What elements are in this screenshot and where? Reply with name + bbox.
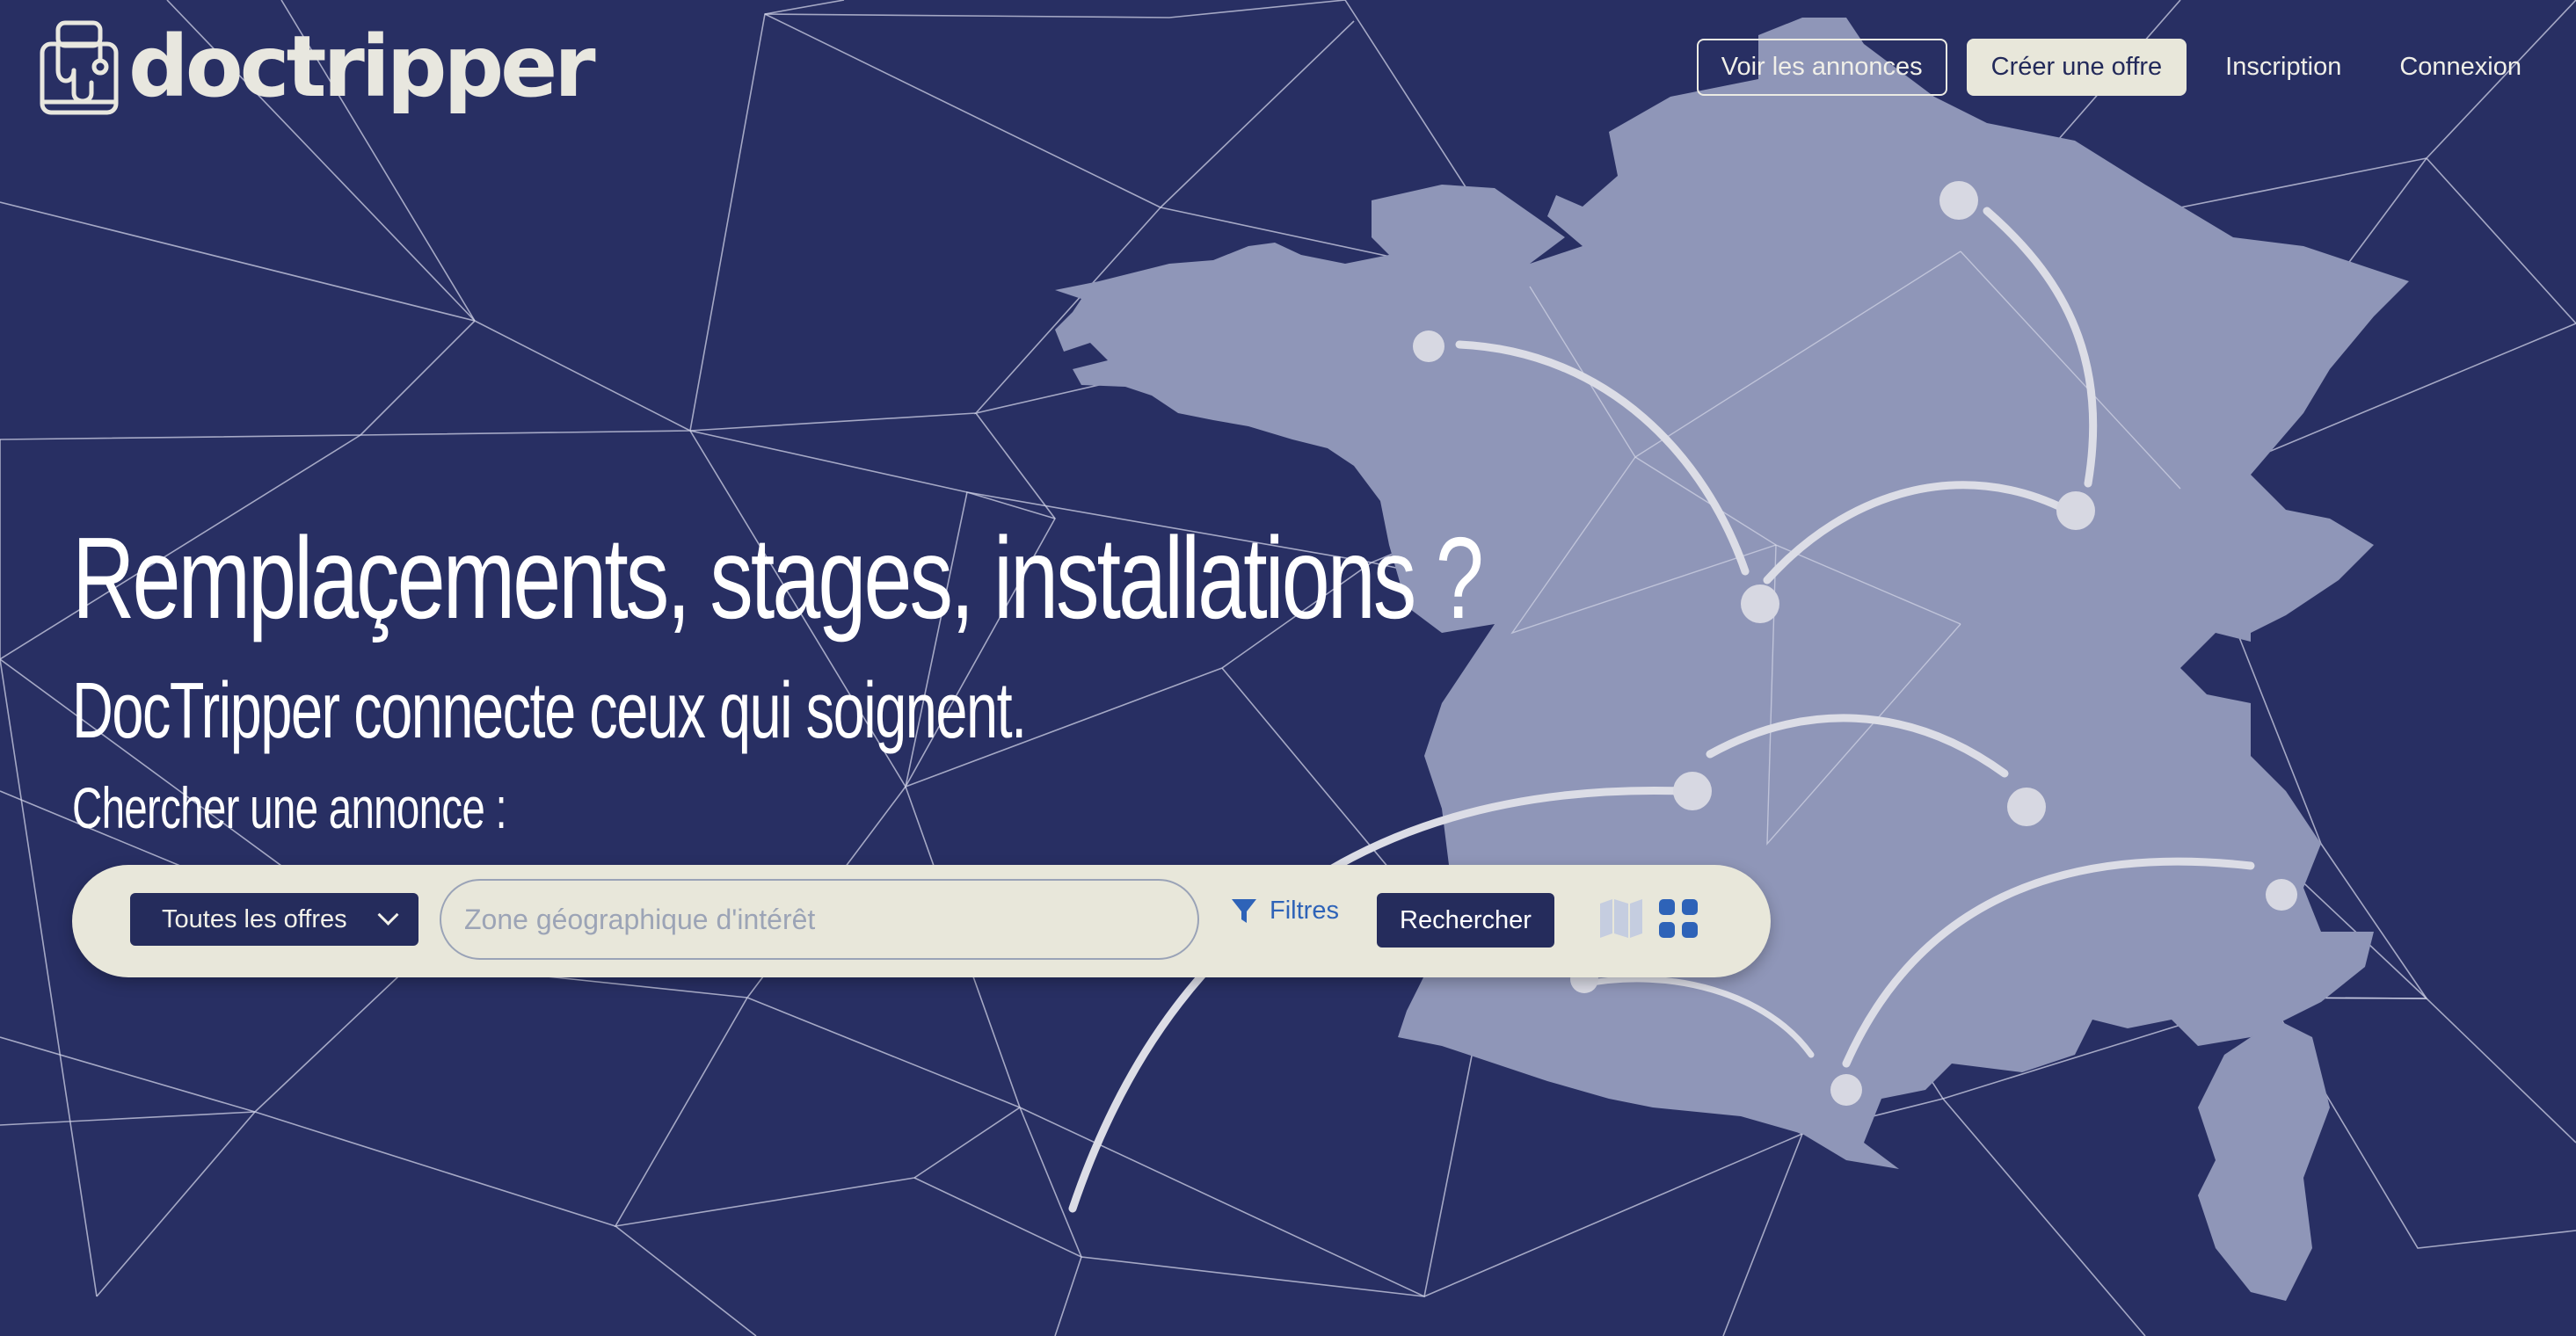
offer-type-select[interactable]: Toutes les offres — [130, 893, 418, 946]
top-nav: Voir les annonces Créer une offre Inscri… — [1696, 39, 2541, 96]
map-icon[interactable] — [1598, 898, 1644, 939]
view-toggle — [1598, 898, 1699, 939]
browse-listings-button[interactable]: Voir les annonces — [1696, 39, 1947, 96]
france-map — [1055, 18, 2409, 1301]
offer-type-select-value: Toutes les offres — [162, 904, 347, 933]
filters-label: Filtres — [1270, 897, 1339, 925]
login-link[interactable]: Connexion — [2380, 39, 2541, 96]
search-submit-button[interactable]: Rechercher — [1377, 893, 1554, 948]
chevron-down-icon — [377, 904, 399, 926]
brand-logo[interactable]: doctripper — [35, 18, 596, 116]
brand-name: doctripper — [128, 18, 596, 116]
create-offer-button[interactable]: Créer une offre — [1966, 39, 2187, 96]
doctor-suitcase-icon — [40, 20, 119, 115]
filters-button[interactable]: Filtres — [1231, 897, 1339, 926]
search-bar: Toutes les offres Filtres Rechercher — [72, 865, 1771, 977]
hero-title: Remplaçements, stages, installations ? — [72, 513, 1484, 643]
signup-link[interactable]: Inscription — [2206, 39, 2361, 96]
hero-subtitle: DocTripper connecte ceux qui soignent. — [72, 667, 1027, 755]
search-section-label: Chercher une annonce : — [72, 775, 507, 840]
funnel-icon — [1232, 898, 1256, 923]
zone-search-input[interactable] — [440, 879, 1199, 960]
grid-icon[interactable] — [1658, 898, 1699, 939]
